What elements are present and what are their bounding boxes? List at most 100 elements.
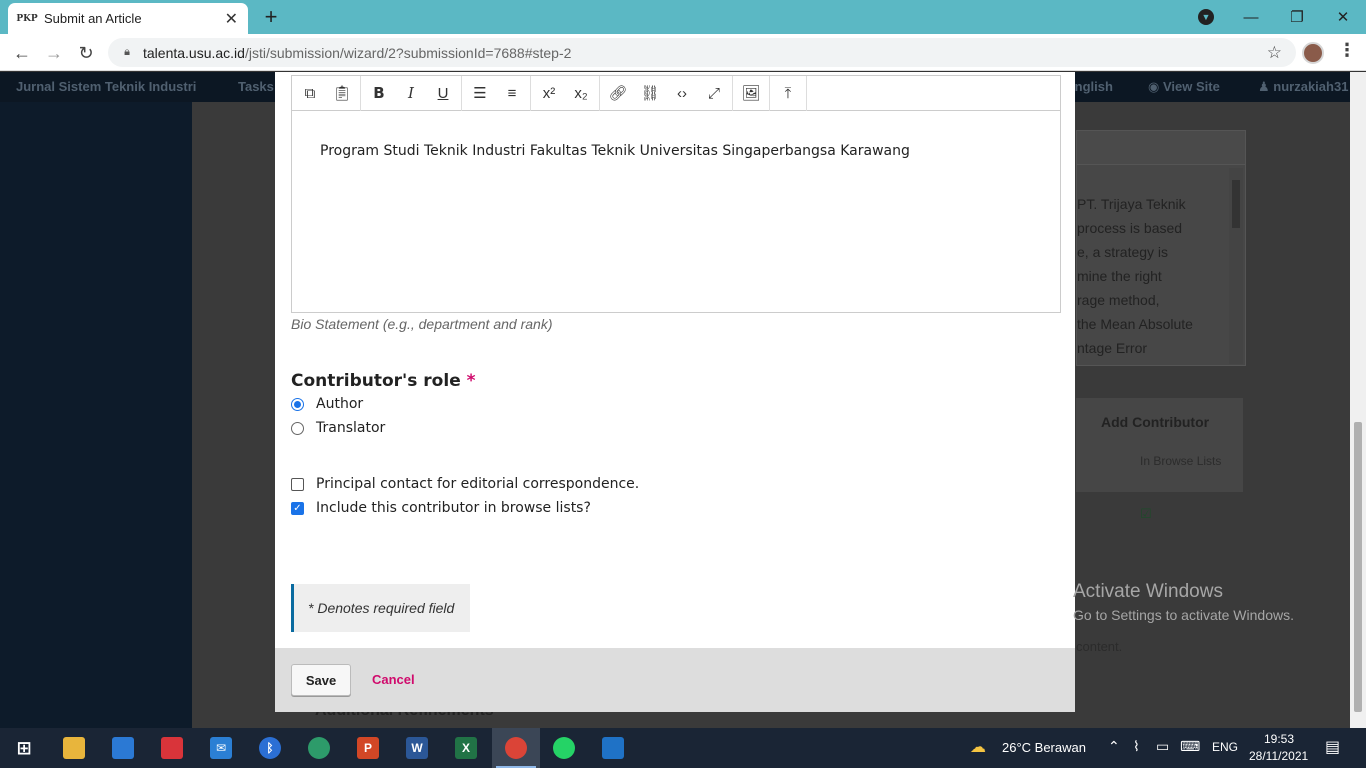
taskbar-mail[interactable]: ✉ bbox=[197, 728, 245, 768]
unlink-icon[interactable]: ⛓ bbox=[634, 77, 666, 110]
taskbar-store[interactable] bbox=[99, 728, 147, 768]
window-close-icon[interactable]: ✕ bbox=[1320, 0, 1366, 34]
clock-time[interactable]: 19:53 bbox=[1264, 732, 1294, 746]
toolbar-divider bbox=[599, 75, 600, 111]
save-button[interactable]: Save bbox=[291, 664, 351, 696]
weather-icon[interactable]: ☁ bbox=[970, 737, 986, 757]
taskbar-word[interactable]: W bbox=[393, 728, 441, 768]
modal-footer: Save Cancel bbox=[275, 648, 1075, 712]
in-browse-lists-header: In Browse Lists bbox=[1140, 454, 1222, 468]
abstract-scrollbar[interactable] bbox=[1229, 168, 1243, 364]
weather-text[interactable]: 26°C Berawan bbox=[1002, 740, 1086, 755]
browse-check-icon: ☑ bbox=[1140, 506, 1152, 521]
tab-close-icon[interactable]: ✕ bbox=[225, 9, 238, 29]
principal-contact-checkbox[interactable] bbox=[291, 477, 304, 491]
browser-toolbar: ← → ↻ 🔒︎ talenta.usu.ac.id/jsti/submissi… bbox=[0, 34, 1366, 71]
bookmark-star-icon[interactable]: ☆ bbox=[1267, 43, 1282, 63]
superscript-icon[interactable]: x² bbox=[533, 77, 565, 110]
browser-tab[interactable]: PKP Submit an Article ✕ bbox=[8, 3, 248, 34]
subscript-icon[interactable]: x₂ bbox=[565, 77, 597, 110]
image-icon[interactable]: 🖼︎ bbox=[735, 77, 767, 110]
keyboard-icon[interactable]: ⌨ bbox=[1180, 738, 1200, 755]
contributor-role-heading: Contributor's role * bbox=[291, 371, 476, 391]
journal-title[interactable]: Jurnal Sistem Teknik Industri bbox=[16, 79, 196, 94]
bullet-list-icon[interactable]: ☰ bbox=[464, 77, 496, 110]
profile-avatar[interactable] bbox=[1302, 42, 1324, 64]
network-icon[interactable]: ⌇ bbox=[1133, 738, 1140, 755]
taskbar-powerpoint[interactable]: P bbox=[344, 728, 392, 768]
taskbar-edge[interactable] bbox=[295, 728, 343, 768]
browse-lists-checkbox[interactable]: ✓ bbox=[291, 501, 304, 515]
role-translator-option[interactable]: Translator bbox=[291, 420, 385, 436]
italic-icon[interactable]: I bbox=[395, 77, 427, 110]
mail-icon: ✉ bbox=[210, 737, 232, 759]
content-fragment: content. bbox=[1076, 639, 1123, 654]
view-site-link[interactable]: ◉ View Site bbox=[1148, 79, 1220, 95]
watermark-subtitle: Go to Settings to activate Windows. bbox=[1073, 607, 1294, 623]
browse-lists-option[interactable]: ✓ Include this contributor in browse lis… bbox=[291, 500, 591, 516]
fullscreen-icon[interactable]: ⤢ bbox=[698, 77, 730, 110]
paste-icon[interactable]: 📋︎ bbox=[326, 77, 358, 110]
role-author-option[interactable]: Author bbox=[291, 396, 363, 412]
tab-search-icon[interactable]: ▼ bbox=[1198, 9, 1214, 25]
user-name: nurzakiah31 bbox=[1273, 79, 1349, 94]
whatsapp-icon bbox=[553, 737, 575, 759]
page-scroll-thumb[interactable] bbox=[1354, 422, 1362, 712]
back-icon[interactable]: ← bbox=[9, 40, 35, 66]
taskbar-chrome[interactable] bbox=[492, 728, 540, 768]
bio-editor-content[interactable]: Program Studi Teknik Industri Fakultas T… bbox=[292, 111, 1060, 191]
toolbar-divider bbox=[530, 75, 531, 111]
new-tab-icon[interactable]: + bbox=[258, 4, 284, 30]
underline-icon[interactable]: U bbox=[427, 77, 459, 110]
start-button[interactable]: ⊞ bbox=[0, 728, 48, 768]
abstract-line: e, a strategy is bbox=[1077, 244, 1169, 260]
tab-title: Submit an Article bbox=[44, 11, 142, 26]
abstract-line: PT. Trijaya Teknik bbox=[1077, 196, 1186, 212]
taskbar-bluetooth[interactable]: ᛒ bbox=[246, 728, 294, 768]
numbered-list-icon[interactable]: ≡ bbox=[496, 77, 528, 110]
code-icon[interactable]: ‹› bbox=[666, 77, 698, 110]
url-host: talenta.usu.ac.id bbox=[143, 44, 245, 61]
bio-editor: ⧉ 📋︎ B I U ☰ ≡ x² x₂ 🔗︎ ⛓ ‹› ⤢ 🖼︎ ⤒ Prog… bbox=[291, 75, 1061, 313]
principal-contact-option[interactable]: Principal contact for editorial correspo… bbox=[291, 476, 639, 492]
taskbar-file-explorer[interactable] bbox=[50, 728, 98, 768]
input-language[interactable]: ENG bbox=[1212, 740, 1238, 754]
address-bar[interactable]: 🔒︎ talenta.usu.ac.id/jsti/submission/wiz… bbox=[108, 38, 1296, 67]
link-icon[interactable]: 🔗︎ bbox=[602, 77, 634, 110]
store-icon bbox=[112, 737, 134, 759]
taskbar-gift[interactable] bbox=[148, 728, 196, 768]
add-contributor-link[interactable]: Add Contributor bbox=[1101, 414, 1209, 430]
minimize-icon[interactable]: — bbox=[1228, 0, 1274, 34]
clock-date[interactable]: 28/11/2021 bbox=[1249, 749, 1308, 763]
upload-icon[interactable]: ⤒ bbox=[772, 77, 804, 110]
required-mark: * bbox=[466, 371, 476, 391]
cancel-link[interactable]: Cancel bbox=[372, 672, 415, 687]
user-menu[interactable]: ♟ nurzakiah31 bbox=[1258, 79, 1348, 95]
activate-windows-watermark: Activate Windows Go to Settings to activ… bbox=[1073, 580, 1294, 626]
role-author-label: Author bbox=[316, 396, 364, 412]
toolbar-divider bbox=[769, 75, 770, 111]
browse-lists-label: Include this contributor in browse lists… bbox=[316, 500, 591, 516]
required-field-note: * Denotes required field bbox=[291, 584, 470, 632]
abstract-scroll-thumb[interactable] bbox=[1232, 180, 1240, 228]
battery-icon[interactable]: ▭ bbox=[1156, 738, 1169, 755]
forward-icon[interactable]: → bbox=[41, 40, 67, 66]
taskbar-whatsapp[interactable] bbox=[540, 728, 588, 768]
abstract-line: rage method, bbox=[1077, 292, 1160, 308]
copy-icon[interactable]: ⧉ bbox=[294, 77, 326, 110]
role-author-radio[interactable] bbox=[291, 397, 304, 411]
restore-icon[interactable]: ❐ bbox=[1274, 0, 1320, 34]
browser-menu-icon[interactable]: ⋮ bbox=[1338, 40, 1356, 61]
taskbar-photos[interactable] bbox=[589, 728, 637, 768]
reload-icon[interactable]: ↻ bbox=[73, 40, 99, 66]
bluetooth-icon: ᛒ bbox=[259, 737, 281, 759]
bold-icon[interactable]: B bbox=[363, 77, 395, 110]
taskbar-excel[interactable]: X bbox=[442, 728, 490, 768]
role-translator-radio[interactable] bbox=[291, 421, 304, 435]
tasks-link[interactable]: Tasks bbox=[238, 79, 274, 94]
page-scrollbar[interactable] bbox=[1350, 72, 1366, 728]
notifications-icon[interactable]: ▤ bbox=[1325, 737, 1340, 757]
chevron-up-icon[interactable]: ⌃ bbox=[1108, 738, 1120, 755]
add-contributor-modal: ⧉ 📋︎ B I U ☰ ≡ x² x₂ 🔗︎ ⛓ ‹› ⤢ 🖼︎ ⤒ Prog… bbox=[275, 72, 1075, 712]
word-icon: W bbox=[406, 737, 428, 759]
